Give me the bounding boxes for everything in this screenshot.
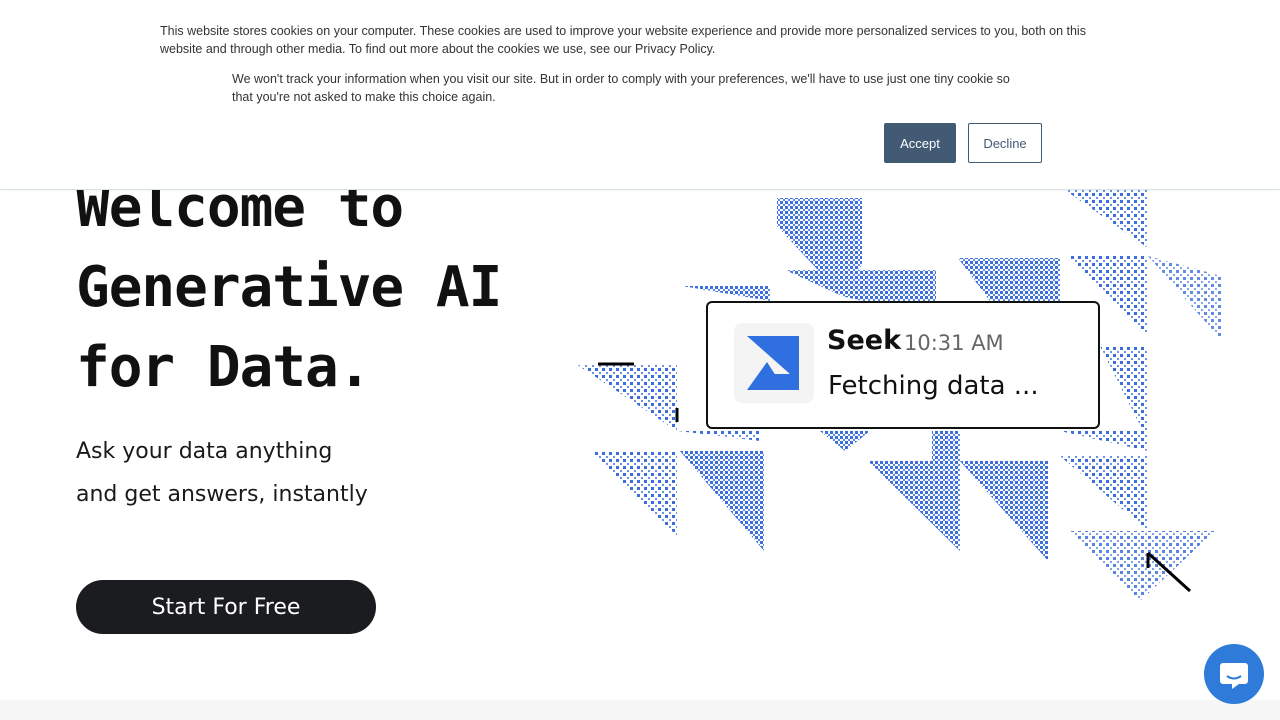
pattern-shape: [785, 270, 936, 301]
cookie-banner: This website stores cookies on your comp…: [0, 0, 1280, 190]
start-for-free-button[interactable]: Start For Free: [76, 580, 376, 634]
page: Welcome to Generative AI for Data. Ask y…: [0, 0, 1280, 720]
message-time: 10:31 AM: [904, 331, 1004, 355]
hero-title: Welcome to Generative AI for Data.: [76, 168, 576, 408]
cookie-notice-text: This website stores cookies on your comp…: [160, 24, 1086, 56]
pattern-shape: [1060, 456, 1148, 531]
pattern-shape: [958, 258, 1060, 301]
pattern-shape: [680, 451, 764, 551]
hero-subtitle: Ask your data anything and get answers, …: [76, 430, 368, 516]
cookie-preference-text: We won't track your information when you…: [232, 72, 1010, 104]
footer-strip: [0, 700, 1280, 720]
pattern-shape: [1065, 190, 1148, 248]
chat-message-card: Seek 10:31 AM Fetching data ...: [706, 301, 1100, 429]
pattern-shape: [590, 451, 677, 536]
hero-title-line: Generative AI: [76, 255, 502, 320]
pattern-shape: [1060, 431, 1148, 451]
message-sender: Seek: [827, 325, 902, 356]
pattern-shape: [1070, 531, 1215, 601]
seek-logo-icon: [734, 323, 814, 403]
pattern-shape: [960, 461, 1048, 561]
decline-cookies-button[interactable]: Decline: [968, 123, 1042, 163]
pattern-shape: [1148, 256, 1222, 341]
pattern-shape: [1100, 346, 1148, 441]
hero-title-line: for Data.: [76, 335, 371, 400]
hero-subtitle-line: and get answers, instantly: [76, 482, 368, 507]
pattern-shape: [678, 431, 760, 441]
pattern-shape: [576, 364, 677, 431]
pattern-shape: [868, 431, 960, 551]
hero-subtitle-line: Ask your data anything: [76, 439, 333, 464]
message-text: Fetching data ...: [828, 371, 1039, 401]
chat-bubble-icon: [1220, 663, 1248, 689]
pattern-shape: [820, 431, 870, 451]
pattern-shape: [682, 286, 770, 301]
chat-widget-button[interactable]: [1204, 644, 1264, 704]
accept-cookies-button[interactable]: Accept: [884, 123, 956, 163]
